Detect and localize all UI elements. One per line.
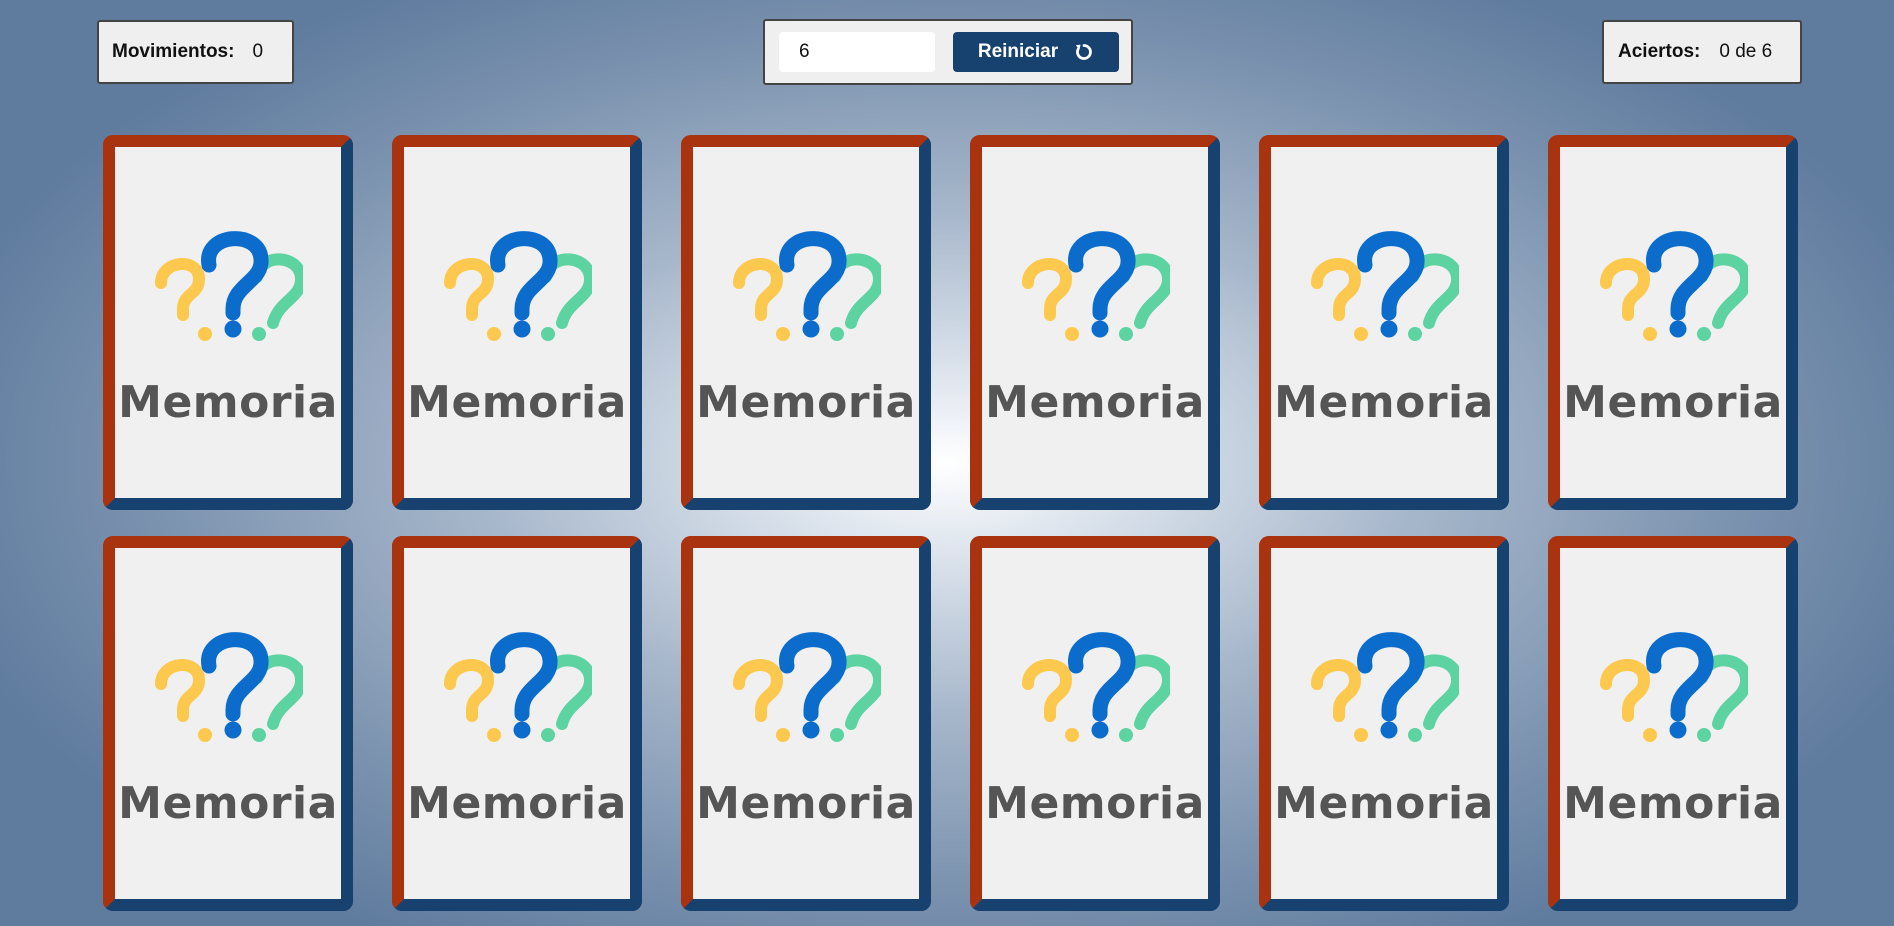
card-title: Memoria xyxy=(407,377,627,428)
question-marks-icon xyxy=(1022,231,1170,341)
memory-card[interactable]: Memoria xyxy=(103,135,353,510)
hits-counter: Aciertos: 0 de 6 xyxy=(1602,20,1802,84)
question-marks-icon xyxy=(1600,231,1748,341)
card-title: Memoria xyxy=(1563,377,1783,428)
moves-label: Movimientos: xyxy=(112,41,235,62)
question-marks-icon xyxy=(444,632,592,742)
question-marks-icon xyxy=(1311,231,1459,341)
memory-card[interactable]: Memoria xyxy=(1548,135,1798,510)
refresh-icon xyxy=(1074,42,1094,62)
moves-counter: Movimientos: 0 xyxy=(97,20,294,84)
memory-card[interactable]: Memoria xyxy=(103,536,353,911)
moves-value: 0 xyxy=(252,41,264,62)
question-marks-icon xyxy=(733,231,881,341)
question-marks-icon xyxy=(1022,632,1170,742)
question-marks-icon xyxy=(444,231,592,341)
memory-card[interactable]: Memoria xyxy=(392,135,642,510)
memory-card[interactable]: Memoria xyxy=(1548,536,1798,911)
memory-card[interactable]: Memoria xyxy=(392,536,642,911)
question-marks-icon xyxy=(155,632,303,742)
card-title: Memoria xyxy=(1274,778,1494,829)
question-marks-icon xyxy=(1600,632,1748,742)
memory-card[interactable]: Memoria xyxy=(970,135,1220,510)
card-title: Memoria xyxy=(696,778,916,829)
card-board: Memoria Memoria Memoria Memoria Memoria … xyxy=(103,135,1798,911)
card-title: Memoria xyxy=(1274,377,1494,428)
hits-label: Aciertos: xyxy=(1618,41,1701,62)
card-title: Memoria xyxy=(985,778,1205,829)
card-title: Memoria xyxy=(1563,778,1783,829)
pairs-input[interactable] xyxy=(779,32,935,72)
card-title: Memoria xyxy=(985,377,1205,428)
card-title: Memoria xyxy=(118,377,338,428)
memory-card[interactable]: Memoria xyxy=(681,135,931,510)
question-marks-icon xyxy=(155,231,303,341)
memory-card[interactable]: Memoria xyxy=(970,536,1220,911)
restart-button[interactable]: Reiniciar xyxy=(953,32,1119,72)
question-marks-icon xyxy=(733,632,881,742)
game-controls: Reiniciar xyxy=(763,19,1133,85)
restart-label: Reiniciar xyxy=(977,41,1059,62)
question-marks-icon xyxy=(1311,632,1459,742)
memory-card[interactable]: Memoria xyxy=(681,536,931,911)
card-title: Memoria xyxy=(696,377,916,428)
memory-card[interactable]: Memoria xyxy=(1259,536,1509,911)
memory-card[interactable]: Memoria xyxy=(1259,135,1509,510)
card-title: Memoria xyxy=(118,778,338,829)
hits-value: 0 de 6 xyxy=(1719,41,1773,62)
card-title: Memoria xyxy=(407,778,627,829)
